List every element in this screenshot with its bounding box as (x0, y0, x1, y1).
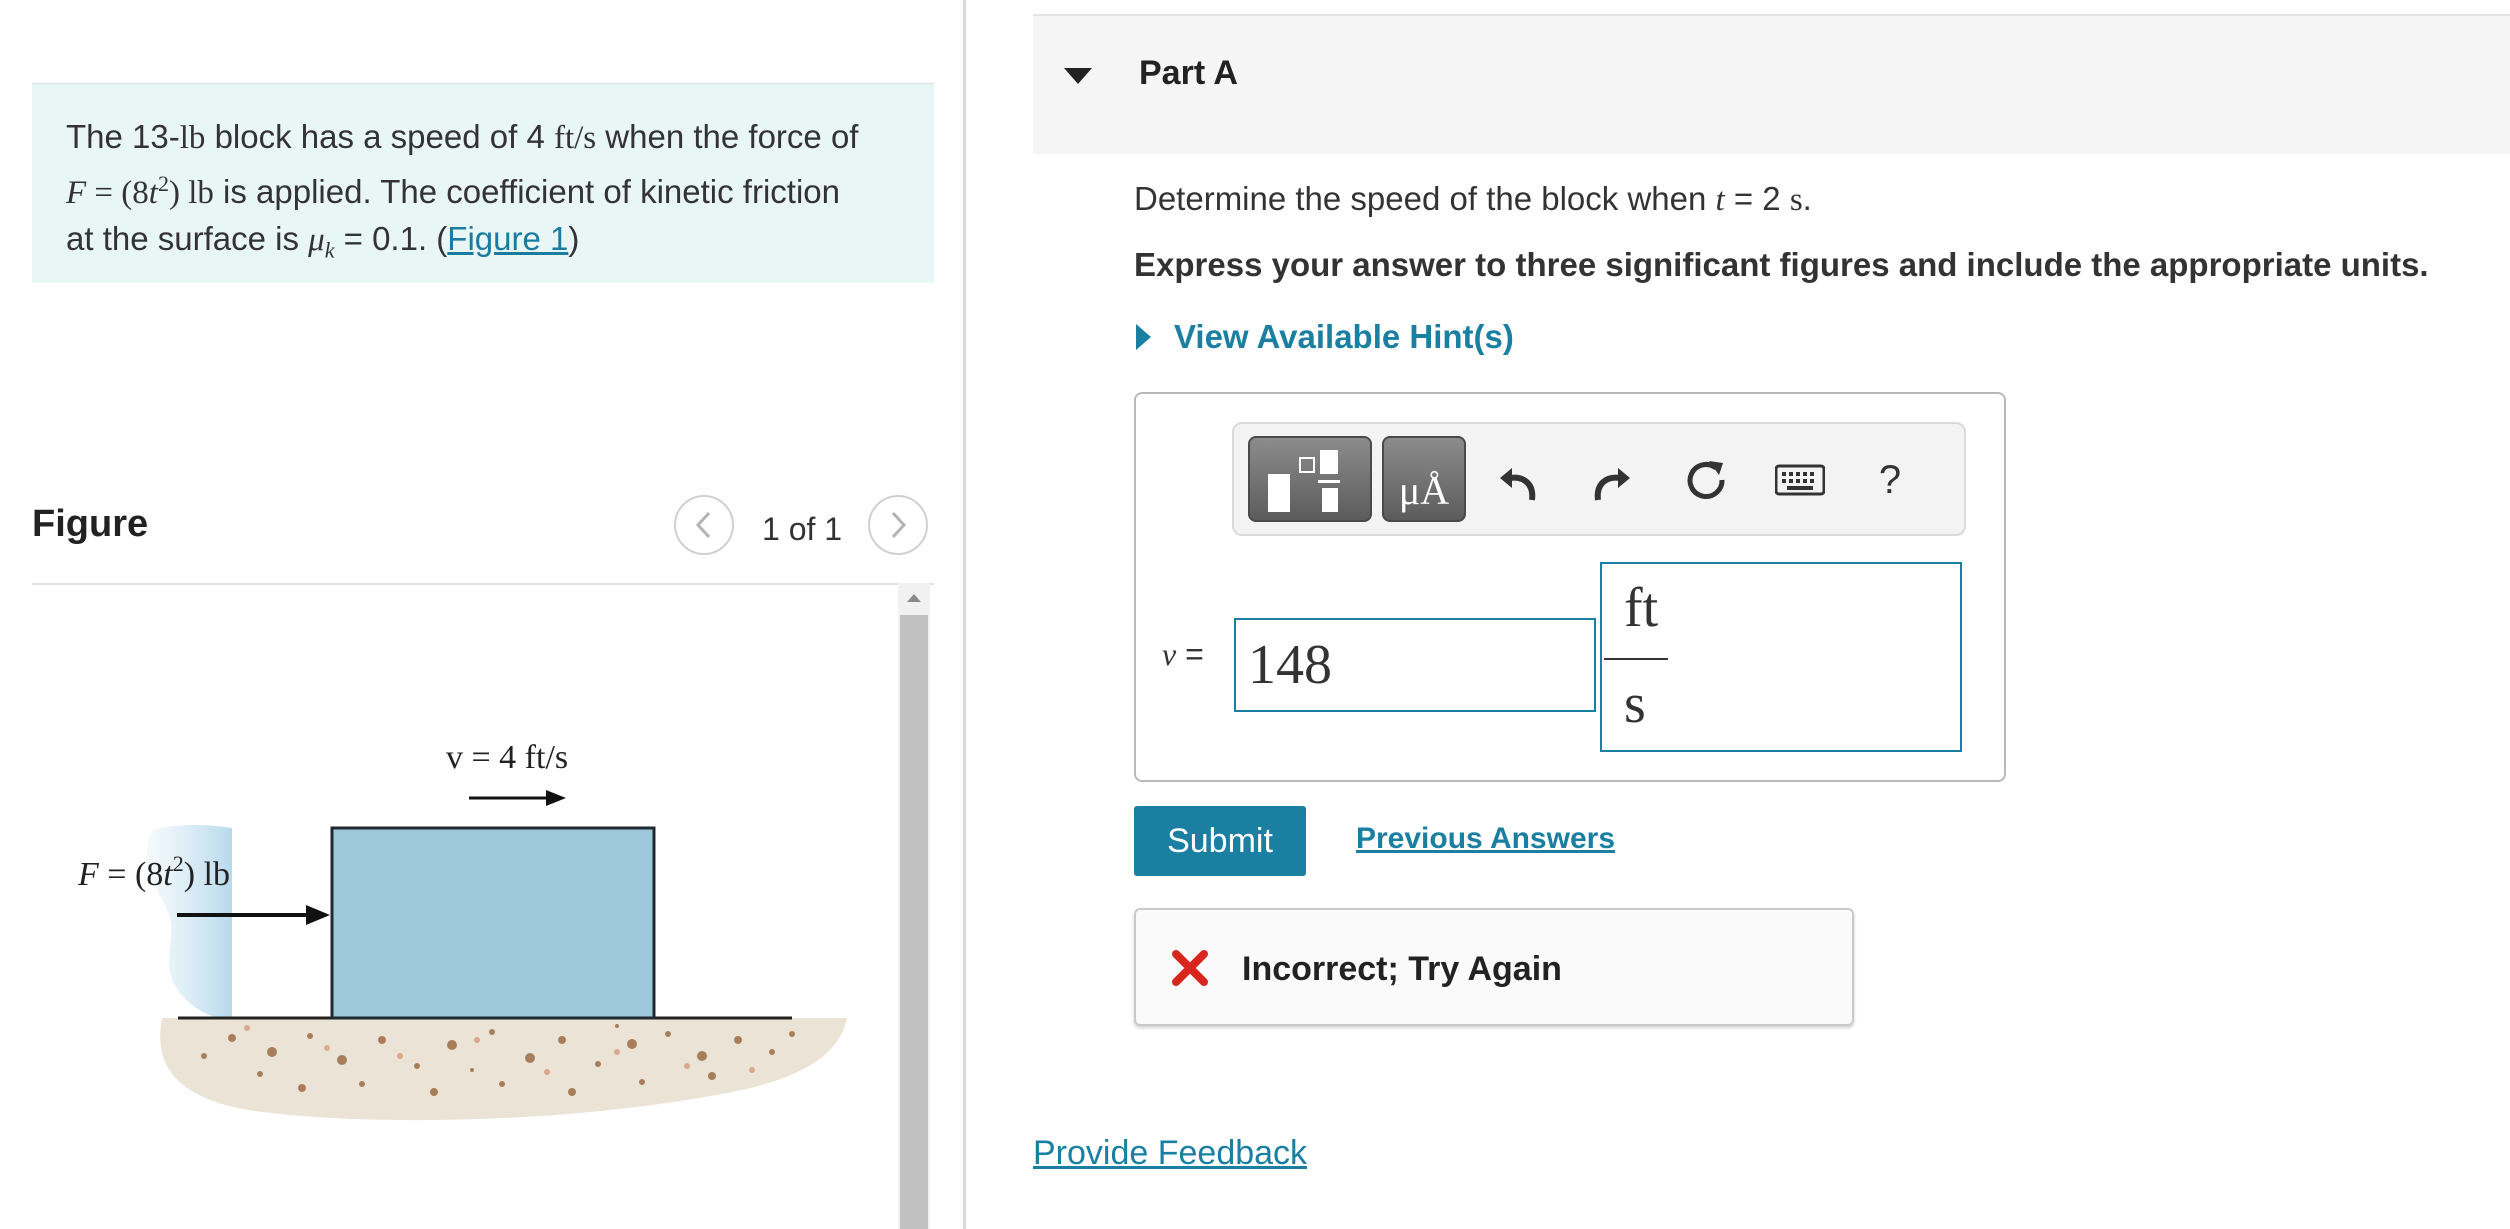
templates-button[interactable] (1248, 436, 1372, 522)
problem-text: is applied. The coefficient of kinetic f… (213, 173, 840, 210)
figure-prev-button[interactable] (674, 495, 734, 555)
keyboard-button[interactable] (1772, 452, 1828, 508)
feedback-box: Incorrect; Try Again (1134, 908, 1854, 1026)
keyboard-icon (1775, 464, 1825, 496)
problem-text: ) (568, 220, 580, 257)
caret-right-icon (1136, 324, 1151, 350)
undo-button[interactable] (1490, 452, 1546, 508)
figure-link[interactable]: Figure 1 (447, 220, 568, 257)
ground-surface (160, 1018, 848, 1121)
reset-button[interactable] (1678, 452, 1734, 508)
redo-icon (1594, 468, 1630, 501)
view-hints-link[interactable]: View Available Hint(s) (1134, 318, 1514, 356)
figure-scrollbar[interactable] (898, 583, 930, 1229)
previous-answers-link[interactable]: Previous Answers (1356, 822, 1615, 856)
chevron-left-icon (695, 511, 711, 539)
part-header[interactable]: Part A (1033, 14, 2510, 154)
submit-button[interactable]: Submit (1134, 806, 1306, 876)
force-label: F = (8t2) lb (77, 851, 230, 893)
force-arrowhead (306, 905, 330, 925)
redo-button[interactable] (1584, 452, 1640, 508)
question-text: Determine the speed of the block when t … (1134, 180, 1812, 218)
answer-units-field[interactable]: ft s (1600, 562, 1962, 752)
friction-value: = 0.1. ( (334, 220, 448, 257)
problem-text: block has a speed of 4 (205, 118, 554, 155)
weight-unit: lb (179, 120, 206, 156)
feedback-message: Incorrect; Try Again (1242, 950, 1562, 988)
problem-text: The 13- (66, 118, 180, 155)
error-x-icon (1172, 950, 1208, 986)
figure-image: v = 4 ft/s F = (8t2) lb (77, 739, 848, 1121)
time-symbol: t (148, 175, 158, 211)
math-toolbar: μÅ ? (1232, 422, 1966, 536)
variable-label: v = (1162, 636, 1204, 672)
scrollbar-thumb[interactable] (900, 615, 928, 1229)
part-title: Part A (1139, 54, 1238, 92)
block (330, 826, 656, 1020)
figure-title: Figure (32, 503, 149, 545)
instruction-text: Express your answer to three significant… (1134, 246, 2429, 283)
force-symbol: F (66, 175, 87, 211)
help-button[interactable]: ? (1862, 452, 1918, 508)
force-expression: = (8 (86, 175, 149, 211)
pane-divider[interactable] (963, 0, 966, 1229)
force-unit: ) lb (168, 175, 214, 211)
left-pane: The 13-lb block has a speed of 4 ft/s wh… (0, 0, 965, 1229)
problem-text: at the surface is (66, 220, 309, 257)
units-icon: μÅ (1398, 468, 1450, 513)
unit-numerator: ft (1624, 577, 1659, 639)
hints-label: View Available Hint(s) (1174, 318, 1514, 355)
problem-text: when the force of (596, 118, 859, 155)
figure-counter: 1 of 1 (762, 511, 843, 547)
mu-subscript: k (324, 237, 335, 263)
problem-statement: The 13-lb block has a speed of 4 ft/s wh… (32, 83, 934, 283)
answer-box: μÅ ? v = ft s (1134, 392, 2006, 782)
unit-denominator: s (1624, 673, 1646, 735)
answer-value-input[interactable] (1234, 618, 1596, 712)
figure-next-button[interactable] (868, 495, 928, 555)
exponent: 2 (157, 171, 169, 196)
units-button[interactable]: μÅ (1382, 436, 1466, 522)
provide-feedback-link[interactable]: Provide Feedback (1033, 1134, 1307, 1173)
collapse-caret-icon[interactable] (1063, 66, 1093, 86)
background-shade (146, 824, 232, 1020)
mu-symbol: μ (308, 222, 325, 258)
undo-icon (1500, 468, 1536, 501)
velocity-arrowhead (546, 790, 566, 806)
scroll-up-arrow-icon[interactable] (898, 583, 930, 613)
velocity-label: v = 4 ft/s (446, 739, 568, 776)
speed-unit: ft/s (553, 120, 597, 156)
templates-icon (1268, 450, 1340, 512)
fraction-bar (1604, 658, 1668, 660)
reset-icon (1687, 461, 1725, 499)
chevron-right-icon (891, 511, 907, 539)
figure-header: Figure 1 of 1 (32, 495, 934, 585)
